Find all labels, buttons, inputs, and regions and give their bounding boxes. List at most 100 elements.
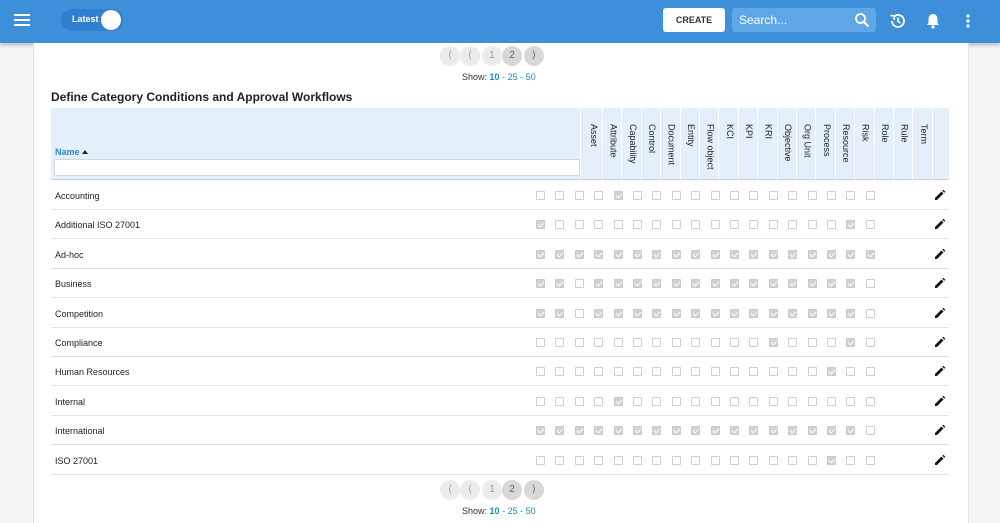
checkbox-objective[interactable] — [730, 249, 739, 259]
search-icon[interactable] — [854, 12, 870, 28]
edit-pencil-icon[interactable] — [934, 277, 946, 289]
checkbox-objective[interactable] — [730, 426, 739, 436]
checkbox-asset[interactable] — [536, 455, 545, 465]
checkbox-term[interactable] — [865, 308, 875, 318]
checkbox-entity[interactable] — [633, 220, 642, 230]
edit-pencil-icon[interactable] — [934, 248, 946, 260]
more-options-icon[interactable] — [958, 11, 978, 31]
checkbox-term[interactable] — [865, 396, 875, 406]
checkbox-kri[interactable] — [710, 308, 720, 318]
checkbox-kri[interactable] — [710, 249, 720, 259]
edit-pencil-icon[interactable] — [934, 189, 946, 201]
checkbox-document[interactable] — [613, 396, 623, 406]
checkbox-capability[interactable] — [574, 308, 584, 318]
checkbox-role[interactable] — [827, 308, 836, 318]
checkbox-attribute[interactable] — [555, 279, 565, 289]
checkbox-control[interactable] — [594, 367, 604, 377]
edit-pencil-icon[interactable] — [934, 218, 946, 230]
checkbox-flow-object[interactable] — [652, 191, 662, 200]
checkbox-kri[interactable] — [710, 455, 720, 465]
checkbox-flow-object[interactable] — [652, 279, 662, 289]
checkbox-document[interactable] — [613, 279, 623, 289]
page-size-50[interactable]: 50 — [526, 506, 536, 516]
checkbox-flow-object[interactable] — [652, 455, 662, 465]
first-page-button[interactable]: ⟨ — [440, 480, 460, 500]
checkbox-process[interactable] — [768, 249, 778, 259]
checkbox-rule[interactable] — [846, 367, 856, 377]
checkbox-rule[interactable] — [846, 308, 856, 318]
checkbox-control[interactable] — [594, 191, 604, 200]
checkbox-capability[interactable] — [574, 249, 584, 259]
page-2-button[interactable]: 2 — [502, 46, 522, 66]
checkbox-kci[interactable] — [671, 220, 681, 230]
checkbox-kci[interactable] — [671, 279, 681, 289]
edit-pencil-icon[interactable] — [934, 365, 946, 377]
checkbox-role[interactable] — [827, 191, 836, 200]
checkbox-resource[interactable] — [788, 191, 798, 200]
checkbox-kpi[interactable] — [691, 279, 701, 289]
checkbox-flow-object[interactable] — [652, 426, 662, 436]
checkbox-risk[interactable] — [807, 455, 817, 465]
checkbox-term[interactable] — [865, 367, 875, 377]
checkbox-objective[interactable] — [730, 455, 739, 465]
checkbox-process[interactable] — [768, 338, 778, 347]
next-page-button[interactable]: ⟩ — [524, 480, 544, 500]
checkbox-entity[interactable] — [633, 191, 642, 200]
checkbox-kci[interactable] — [671, 396, 681, 406]
checkbox-document[interactable] — [613, 338, 623, 347]
checkbox-process[interactable] — [768, 367, 778, 377]
checkbox-objective[interactable] — [730, 367, 739, 377]
checkbox-control[interactable] — [594, 249, 604, 259]
checkbox-role[interactable] — [827, 426, 836, 436]
checkbox-rule[interactable] — [846, 396, 856, 406]
checkbox-capability[interactable] — [574, 396, 584, 406]
checkbox-kci[interactable] — [671, 308, 681, 318]
checkbox-resource[interactable] — [788, 367, 798, 377]
checkbox-flow-object[interactable] — [652, 367, 662, 377]
checkbox-rule[interactable] — [846, 426, 856, 436]
checkbox-process[interactable] — [768, 426, 778, 436]
checkbox-attribute[interactable] — [555, 308, 565, 318]
checkbox-role[interactable] — [827, 220, 836, 230]
checkbox-resource[interactable] — [788, 279, 798, 289]
checkbox-org-unit[interactable] — [749, 220, 759, 230]
checkbox-attribute[interactable] — [555, 220, 565, 230]
history-icon[interactable] — [888, 11, 908, 31]
checkbox-control[interactable] — [594, 455, 604, 465]
checkbox-asset[interactable] — [536, 249, 545, 259]
checkbox-objective[interactable] — [730, 338, 739, 347]
checkbox-resource[interactable] — [788, 308, 798, 318]
checkbox-kci[interactable] — [671, 338, 681, 347]
checkbox-role[interactable] — [827, 338, 836, 347]
checkbox-org-unit[interactable] — [749, 367, 759, 377]
checkbox-kci[interactable] — [671, 249, 681, 259]
checkbox-risk[interactable] — [807, 426, 817, 436]
checkbox-control[interactable] — [594, 426, 604, 436]
checkbox-capability[interactable] — [574, 338, 584, 347]
checkbox-process[interactable] — [768, 279, 778, 289]
page-1-button[interactable]: 1 — [482, 46, 502, 66]
checkbox-asset[interactable] — [536, 396, 545, 406]
checkbox-kri[interactable] — [710, 279, 720, 289]
name-sort-header[interactable]: Name — [55, 147, 80, 157]
checkbox-kpi[interactable] — [691, 308, 701, 318]
checkbox-attribute[interactable] — [555, 191, 565, 200]
checkbox-risk[interactable] — [807, 279, 817, 289]
checkbox-role[interactable] — [827, 279, 836, 289]
edit-pencil-icon[interactable] — [934, 307, 946, 319]
checkbox-capability[interactable] — [574, 220, 584, 230]
checkbox-risk[interactable] — [807, 308, 817, 318]
checkbox-asset[interactable] — [536, 367, 545, 377]
name-filter-input[interactable] — [54, 159, 580, 176]
page-size-25[interactable]: 25 — [508, 72, 518, 82]
checkbox-process[interactable] — [768, 308, 778, 318]
edit-pencil-icon[interactable] — [934, 395, 946, 407]
checkbox-objective[interactable] — [730, 191, 739, 200]
checkbox-objective[interactable] — [730, 396, 739, 406]
checkbox-kci[interactable] — [671, 367, 681, 377]
checkbox-control[interactable] — [594, 396, 604, 406]
checkbox-rule[interactable] — [846, 279, 856, 289]
checkbox-rule[interactable] — [846, 338, 856, 347]
checkbox-role[interactable] — [827, 367, 836, 377]
checkbox-org-unit[interactable] — [749, 308, 759, 318]
